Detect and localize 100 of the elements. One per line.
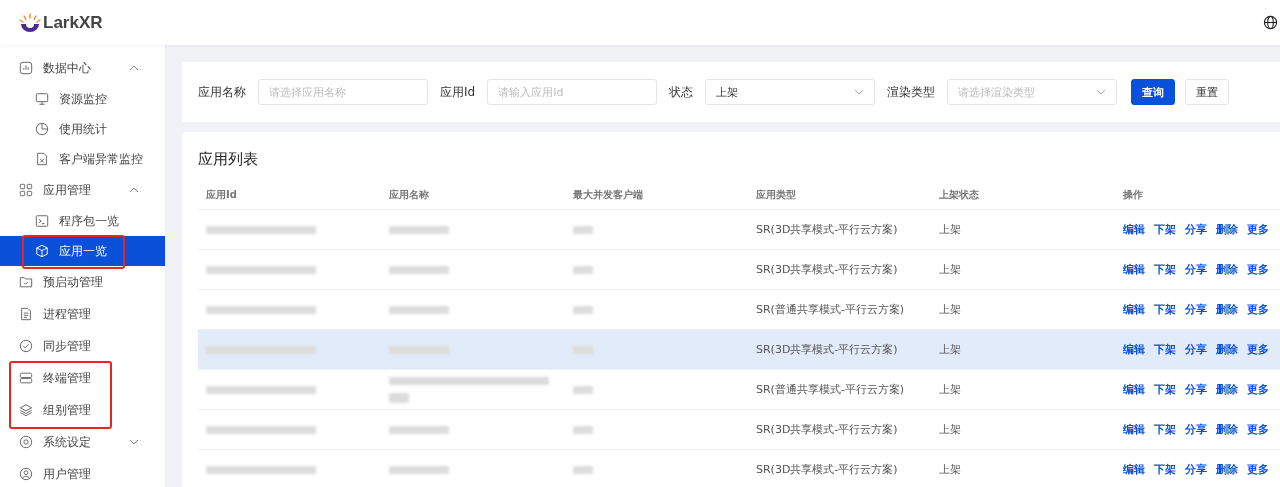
redacted-block — [572, 385, 593, 394]
sidebar-item[interactable]: 应用一览 — [0, 236, 165, 266]
file-icon — [35, 152, 49, 166]
action-link[interactable]: 下架 — [1153, 302, 1176, 317]
redacted-block — [572, 425, 593, 434]
table-cell: SR(3D共享模式-平行云方案) — [756, 223, 898, 236]
action-link[interactable]: 下架 — [1153, 462, 1176, 477]
logo-icon — [18, 12, 42, 33]
table-row[interactable]: SR(3D共享模式-平行云方案) 上架 编辑 下架 分享 删除 更多 — [198, 329, 1280, 370]
table-cell: SR(普通共享模式-平行云方案) — [756, 383, 905, 396]
action-link[interactable]: 编辑 — [1122, 382, 1145, 397]
action-link[interactable]: 删除 — [1215, 382, 1238, 397]
layers-icon — [19, 403, 33, 417]
reset-button[interactable]: 重置 — [1185, 79, 1230, 105]
user-icon — [19, 467, 33, 481]
action-link[interactable]: 删除 — [1215, 462, 1238, 477]
chart-icon — [19, 61, 33, 75]
action-link[interactable]: 更多 — [1246, 382, 1269, 397]
column-header: 应用名称 — [389, 189, 430, 200]
input-field[interactable]: 请选择应用名称 — [258, 79, 428, 105]
query-button[interactable]: 查询 — [1131, 79, 1176, 105]
sidebar-item[interactable]: 终端管理 — [0, 362, 165, 394]
action-link[interactable]: 删除 — [1215, 302, 1238, 317]
globe-icon[interactable] — [1263, 15, 1278, 30]
server-icon — [19, 371, 33, 385]
action-link[interactable]: 下架 — [1153, 342, 1176, 357]
sidebar-item[interactable]: 资源监控 — [0, 84, 165, 114]
filter-label: 状态 — [669, 83, 694, 101]
action-link[interactable]: 更多 — [1246, 462, 1269, 477]
document-icon — [19, 307, 33, 321]
sidebar-item[interactable]: 客户端异常监控 — [0, 144, 165, 174]
action-link[interactable]: 更多 — [1246, 302, 1269, 317]
action-link[interactable]: 分享 — [1184, 342, 1207, 357]
table-row[interactable]: SR(3D共享模式-平行云方案) 上架 编辑 下架 分享 删除 更多 — [198, 409, 1280, 450]
sidebar-item[interactable]: 应用管理 — [0, 174, 165, 206]
action-link[interactable]: 分享 — [1184, 462, 1207, 477]
terminal-icon — [35, 214, 49, 228]
table-cell: SR(3D共享模式-平行云方案) — [756, 343, 898, 356]
action-link[interactable]: 删除 — [1215, 222, 1238, 237]
sidebar-item[interactable]: 系统设定 — [0, 426, 165, 458]
sidebar-item[interactable]: 用户管理 — [0, 458, 165, 487]
action-link[interactable]: 更多 — [1246, 422, 1269, 437]
redacted-block — [572, 225, 593, 234]
folder-icon — [19, 275, 33, 289]
sidebar-item[interactable]: 组别管理 — [0, 394, 165, 426]
filter-label: 应用Id — [440, 83, 476, 101]
table-row[interactable]: SR(普通共享模式-平行云方案) 上架 编辑 下架 分享 删除 更多 — [198, 289, 1280, 330]
action-link[interactable]: 编辑 — [1122, 262, 1145, 277]
action-link[interactable]: 更多 — [1246, 342, 1269, 357]
table-cell: 上架 — [939, 223, 962, 236]
redacted-block — [389, 392, 410, 403]
table-row[interactable]: SR(3D共享模式-平行云方案) 上架 编辑 下架 分享 删除 更多 — [198, 209, 1280, 250]
monitor-icon — [35, 92, 49, 106]
table-cell: SR(普通共享模式-平行云方案) — [756, 303, 905, 316]
redacted-block — [572, 345, 593, 354]
action-link[interactable]: 下架 — [1153, 262, 1176, 277]
action-link[interactable]: 编辑 — [1122, 342, 1145, 357]
action-link[interactable]: 删除 — [1215, 262, 1238, 277]
filter-label: 应用名称 — [198, 83, 246, 101]
sidebar-item[interactable]: 程序包一览 — [0, 206, 165, 236]
sidebar-item[interactable]: 使用统计 — [0, 114, 165, 144]
action-link[interactable]: 分享 — [1184, 382, 1207, 397]
action-link[interactable]: 分享 — [1184, 222, 1207, 237]
grid-icon — [19, 183, 33, 197]
input-field[interactable]: 请输入应用Id — [487, 79, 658, 105]
action-link[interactable]: 下架 — [1153, 422, 1176, 437]
select-field[interactable]: 上架 — [705, 79, 876, 105]
table-row[interactable]: SR(3D共享模式-平行云方案) 上架 编辑 下架 分享 删除 更多 — [198, 449, 1280, 487]
chevron-icon — [1096, 89, 1107, 95]
table-row[interactable]: SR(3D共享模式-平行云方案) 上架 编辑 下架 分享 删除 更多 — [198, 249, 1280, 290]
action-link[interactable]: 删除 — [1215, 422, 1238, 437]
action-link[interactable]: 删除 — [1215, 342, 1238, 357]
table-row[interactable]: SR(普通共享模式-平行云方案) 上架 编辑 下架 分享 删除 更多 — [198, 369, 1280, 410]
action-link[interactable]: 编辑 — [1122, 462, 1145, 477]
redacted-block — [572, 265, 593, 274]
action-link[interactable]: 更多 — [1246, 262, 1269, 277]
action-link[interactable]: 分享 — [1184, 302, 1207, 317]
sidebar-item[interactable]: 预启动管理 — [0, 266, 165, 298]
action-link[interactable]: 编辑 — [1122, 302, 1145, 317]
sidebar-item[interactable]: 同步管理 — [0, 330, 165, 362]
table-title: 应用列表 — [198, 150, 259, 169]
cube-icon — [35, 244, 49, 258]
pie-icon — [35, 122, 49, 136]
redacted-block — [572, 305, 593, 314]
action-link[interactable]: 下架 — [1153, 222, 1176, 237]
sidebar-item[interactable]: 数据中心 — [0, 52, 165, 84]
filter-label: 渲染类型 — [887, 83, 936, 101]
action-link[interactable]: 下架 — [1153, 382, 1176, 397]
action-link[interactable]: 编辑 — [1122, 222, 1145, 237]
logo-text: LarkXR — [43, 12, 103, 33]
check-icon — [19, 339, 33, 353]
table-cell: 上架 — [939, 463, 962, 476]
action-link[interactable]: 分享 — [1184, 262, 1207, 277]
action-link[interactable]: 更多 — [1246, 222, 1269, 237]
action-link[interactable]: 编辑 — [1122, 422, 1145, 437]
action-link[interactable]: 分享 — [1184, 422, 1207, 437]
column-header: 应用类型 — [756, 189, 796, 200]
column-header: 操作 — [1122, 189, 1143, 200]
column-header: 应用Id — [206, 189, 237, 200]
sidebar-item[interactable]: 进程管理 — [0, 298, 165, 330]
